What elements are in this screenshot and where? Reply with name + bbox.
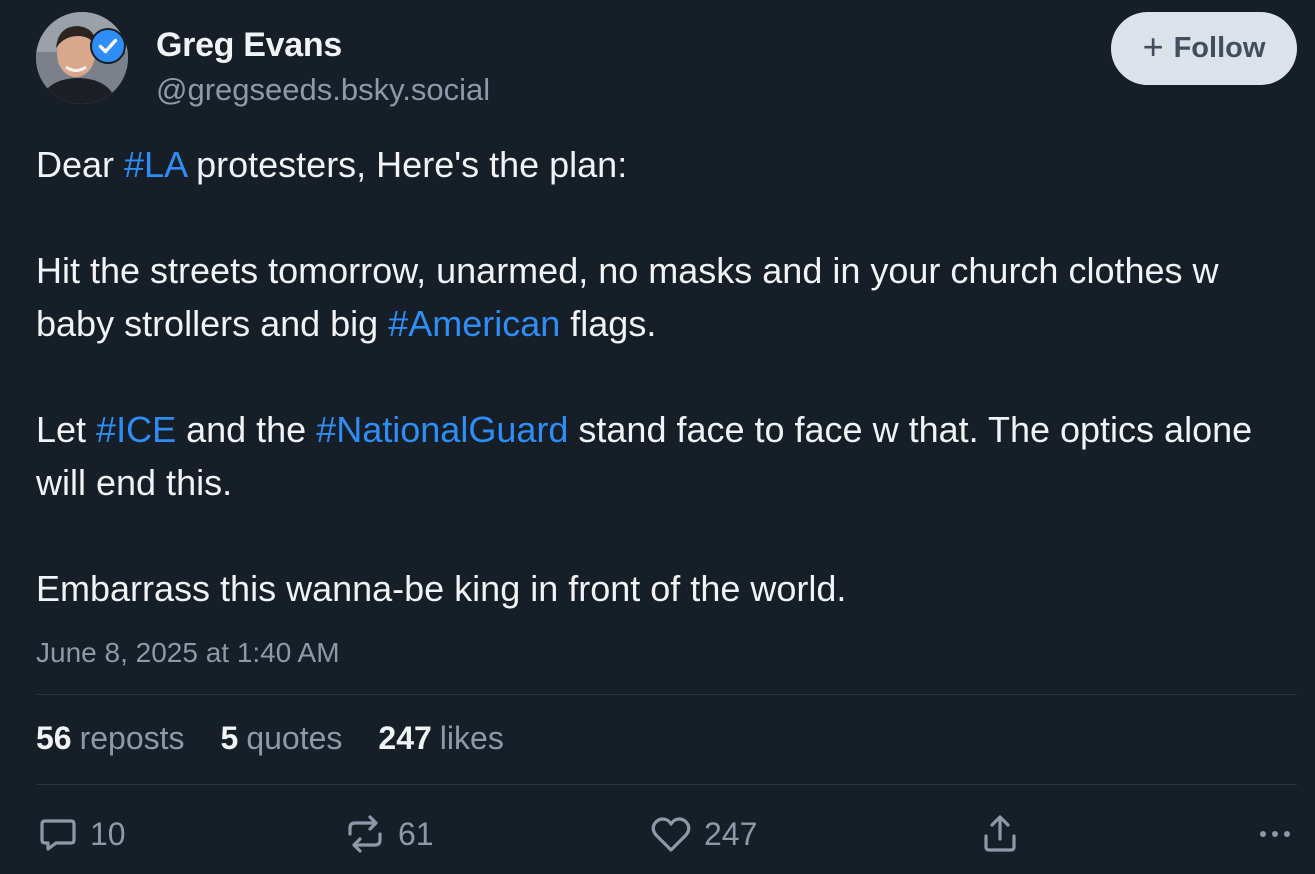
post-text: Dear <box>36 144 125 185</box>
post-timestamp[interactable]: June 8, 2025 at 1:40 AM <box>36 637 340 669</box>
hashtag-link[interactable]: #ICE <box>96 409 176 450</box>
post-paragraph: Embarrass this wanna-be king in front of… <box>36 562 1286 615</box>
likes-label: likes <box>439 720 504 756</box>
reposts-label: reposts <box>79 720 185 756</box>
divider <box>36 694 1297 695</box>
verified-badge-icon <box>90 28 126 64</box>
reply-button[interactable]: 10 <box>36 812 126 856</box>
quotes-label: quotes <box>246 720 343 756</box>
action-bar: 10 61 247 <box>36 812 1297 868</box>
likes-stat[interactable]: 247 likes <box>378 720 503 757</box>
heart-icon <box>651 817 691 852</box>
quotes-count: 5 <box>220 720 239 756</box>
engagement-stats: 56 reposts 5 quotes 247 likes <box>36 720 504 757</box>
post-text: Embarrass this wanna-be king in front of… <box>36 568 847 609</box>
author-handle[interactable]: @gregseeds.bsky.social <box>156 72 490 108</box>
share-button[interactable] <box>978 812 1022 856</box>
hashtag-link[interactable]: #NationalGuard <box>316 409 568 450</box>
repost-count: 61 <box>398 815 434 852</box>
repost-icon <box>348 815 382 853</box>
post-text: protesters, Here's the plan: <box>186 144 628 185</box>
reply-count: 10 <box>90 815 126 852</box>
hashtag-link[interactable]: #LA <box>124 144 186 185</box>
like-count: 247 <box>704 815 758 852</box>
share-icon <box>984 815 1016 852</box>
follow-button[interactable]: + Follow <box>1111 12 1297 85</box>
author-name[interactable]: Greg Evans <box>156 26 342 65</box>
post-text: Let <box>36 409 97 450</box>
more-options-button[interactable] <box>1253 812 1297 856</box>
repost-button[interactable]: 61 <box>342 812 434 856</box>
post-paragraph: Hit the streets tomorrow, unarmed, no ma… <box>36 244 1286 350</box>
plus-icon: + <box>1142 26 1164 67</box>
post-text: flags. <box>560 303 657 344</box>
divider <box>36 784 1297 785</box>
reply-bubble-icon <box>40 819 76 851</box>
post-paragraph: Let #ICE and the #NationalGuard stand fa… <box>36 403 1286 509</box>
hashtag-link[interactable]: #American <box>388 303 560 344</box>
post-card: Greg Evans @gregseeds.bsky.social + Foll… <box>0 0 1315 874</box>
post-paragraph: Dear #LA protesters, Here's the plan: <box>36 138 1286 191</box>
quotes-stat[interactable]: 5 quotes <box>221 720 343 757</box>
reposts-count: 56 <box>36 720 72 756</box>
likes-count: 247 <box>378 720 432 756</box>
like-button[interactable]: 247 <box>648 812 757 856</box>
more-dots-icon <box>1260 831 1290 837</box>
post-text: and the <box>176 409 317 450</box>
post-header: Greg Evans @gregseeds.bsky.social + Foll… <box>36 12 1297 107</box>
follow-button-label: Follow <box>1173 32 1266 64</box>
post-body: Dear #LA protesters, Here's the plan: Hi… <box>36 138 1286 615</box>
reposts-stat[interactable]: 56 reposts <box>36 720 185 757</box>
